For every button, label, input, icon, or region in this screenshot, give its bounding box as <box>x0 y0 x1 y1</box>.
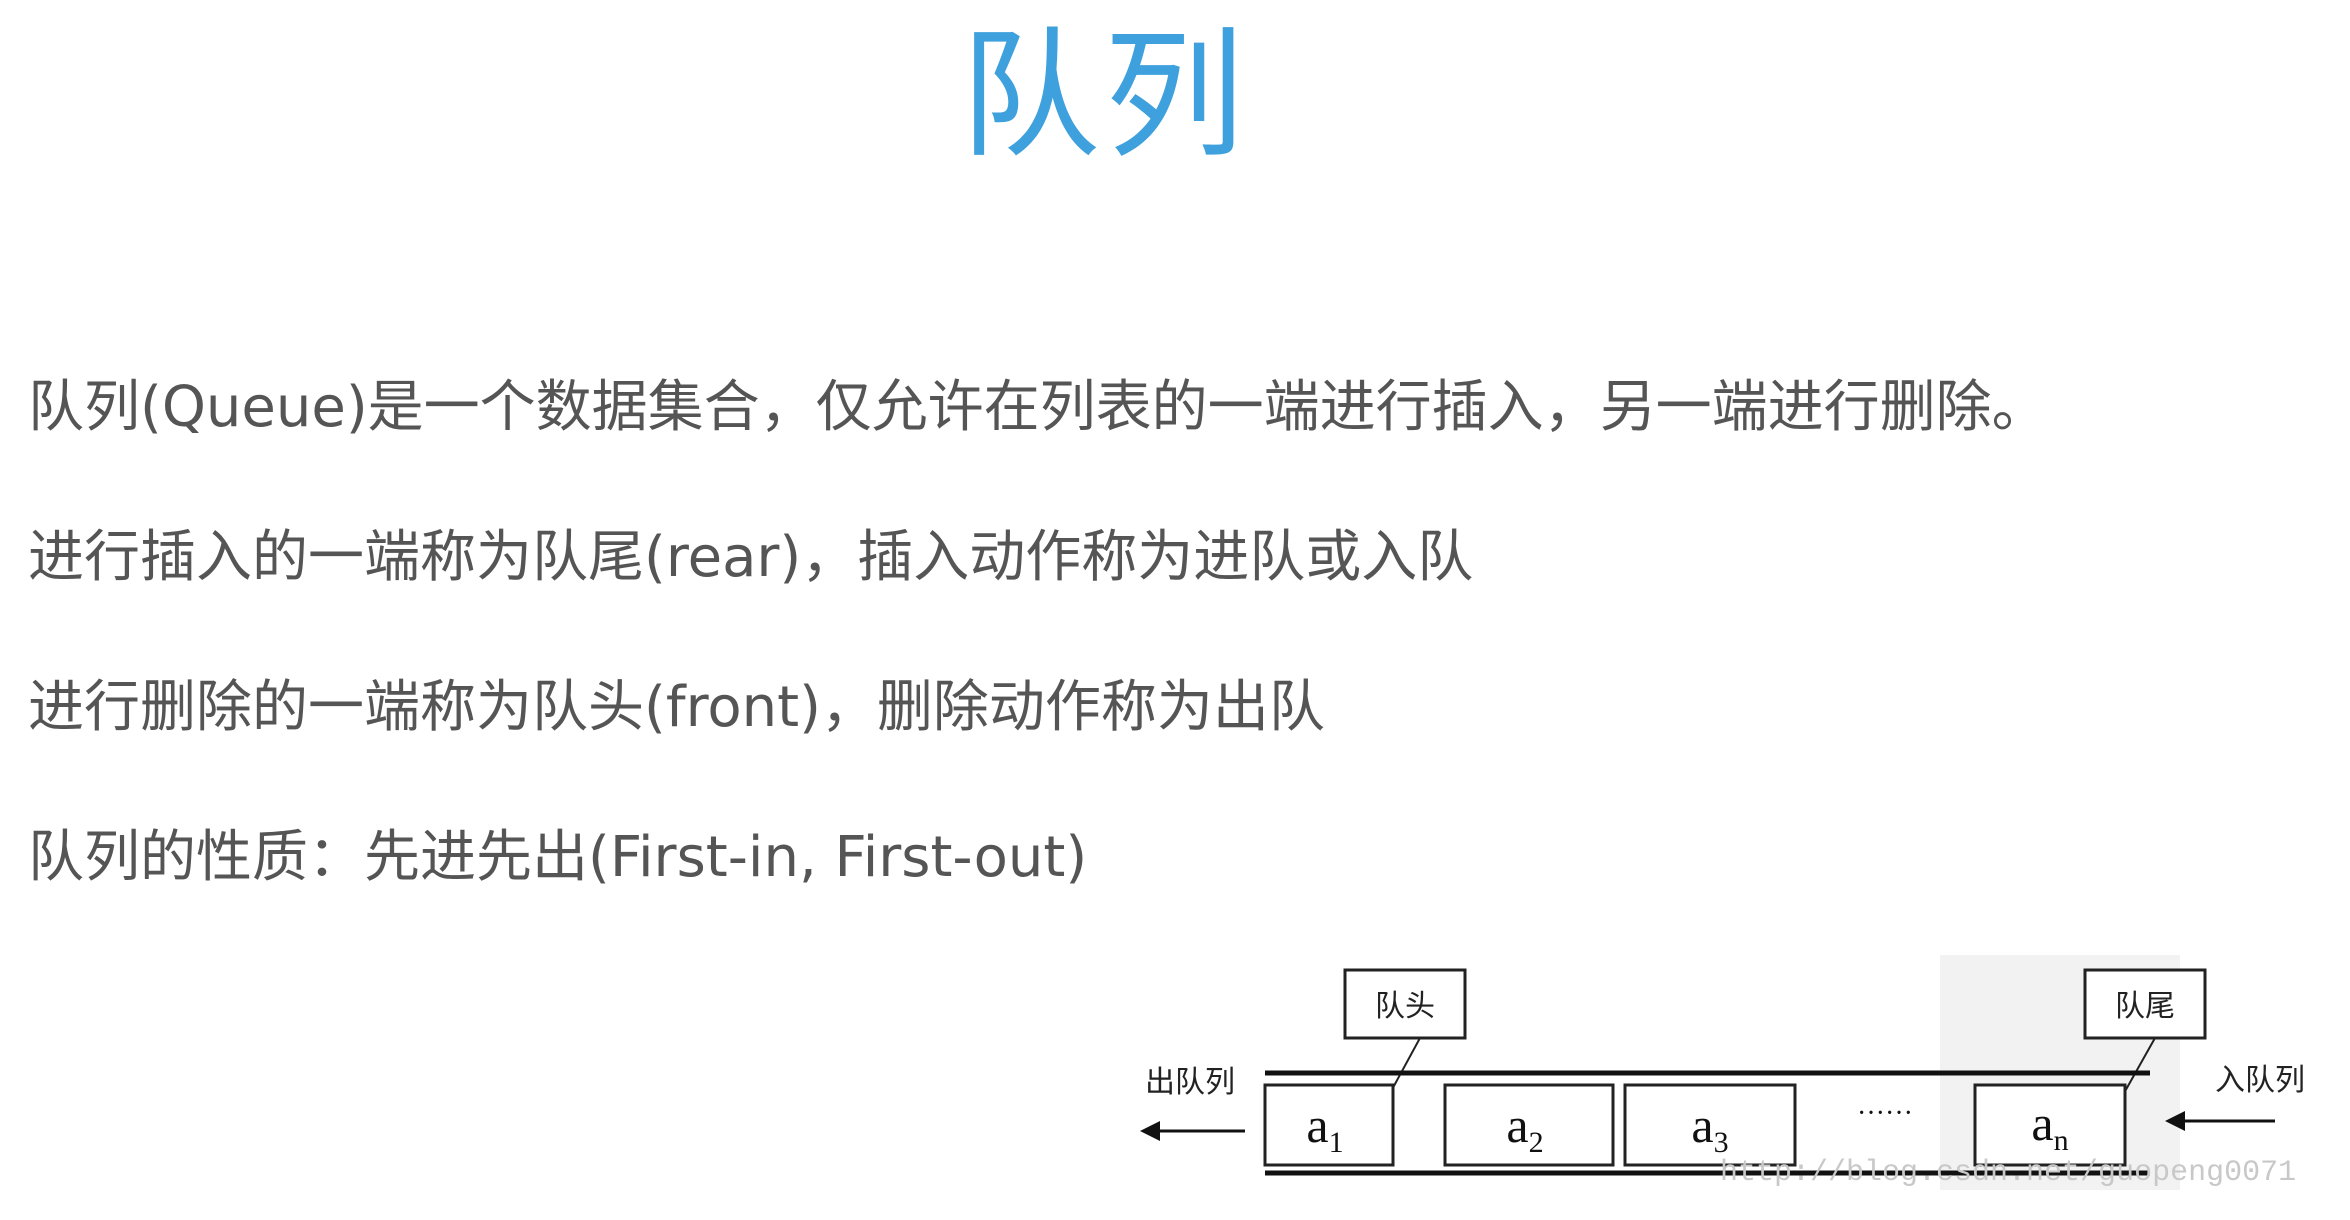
ellipsis-label: ······ <box>1857 1098 1913 1129</box>
head-label: 队头 <box>1375 989 1435 1024</box>
dequeue-label: 出队列 <box>1145 1065 1235 1100</box>
dequeue-arrow-head <box>1140 1121 1160 1141</box>
definition-text: 队列(Queue)是一个数据集合，仅允许在列表的一端进行插入，另一端进行删除。 <box>28 375 2048 440</box>
tail-label: 队尾 <box>2115 989 2175 1024</box>
rear-description: 进行插入的一端称为队尾(rear)，插入动作称为进队或入队 <box>28 525 1474 590</box>
enqueue-label: 入队列 <box>2215 1063 2305 1098</box>
front-description: 进行删除的一端称为队头(front)，删除动作称为出队 <box>28 675 1325 740</box>
queue-property: 队列的性质：先进先出(First-in, First-out) <box>28 825 1088 890</box>
queue-diagram: 队头 队尾 a1 a2 a3 ······ an 出队列 入队列 http://… <box>1120 940 2340 1210</box>
watermark: http://blog.csdn.net/guopeng0071 <box>1720 1156 2296 1190</box>
slide-title: 队列 <box>960 15 1249 178</box>
